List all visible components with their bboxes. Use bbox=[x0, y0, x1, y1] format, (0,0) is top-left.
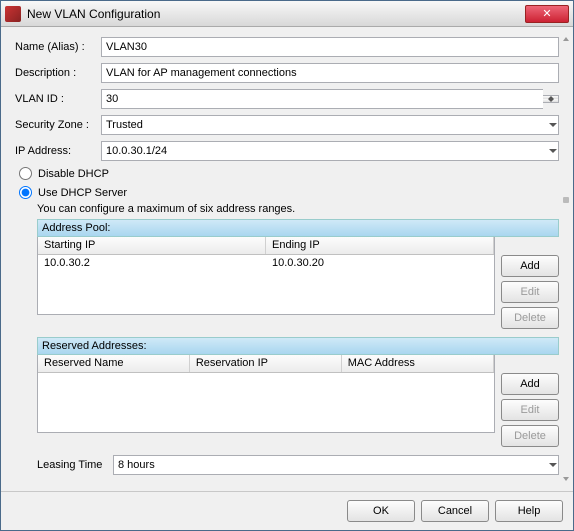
cancel-button[interactable]: Cancel bbox=[421, 500, 489, 522]
vlan-id-label: VLAN ID : bbox=[15, 93, 101, 105]
scroll-thumb[interactable] bbox=[563, 197, 569, 203]
leasing-time-label: Leasing Time bbox=[37, 459, 113, 471]
disable-dhcp-label: Disable DHCP bbox=[38, 168, 109, 180]
security-zone-select[interactable] bbox=[101, 115, 559, 135]
reserved-col-ip[interactable]: Reservation IP bbox=[190, 355, 342, 372]
address-pool-add-button[interactable]: Add bbox=[501, 255, 559, 277]
reserved-addresses-header: Reserved Addresses: bbox=[37, 337, 559, 355]
scroll-down-icon bbox=[563, 477, 569, 481]
reserved-col-name[interactable]: Reserved Name bbox=[38, 355, 190, 372]
vlan-id-spinner[interactable] bbox=[543, 95, 559, 103]
dialog-window: New VLAN Configuration ✕ Name (Alias) : … bbox=[0, 0, 574, 531]
ip-address-select[interactable] bbox=[101, 141, 559, 161]
address-pool-delete-button[interactable]: Delete bbox=[501, 307, 559, 329]
leasing-time-select[interactable] bbox=[113, 455, 559, 475]
table-row[interactable]: 10.0.30.2 10.0.30.20 bbox=[38, 255, 494, 273]
use-dhcp-radio[interactable] bbox=[19, 186, 32, 199]
reserved-edit-button[interactable]: Edit bbox=[501, 399, 559, 421]
address-pool-end-cell: 10.0.30.20 bbox=[266, 255, 494, 273]
security-zone-label: Security Zone : bbox=[15, 119, 101, 131]
vlan-id-input[interactable] bbox=[101, 89, 543, 109]
dhcp-hint: You can configure a maximum of six addre… bbox=[37, 203, 559, 215]
description-input[interactable] bbox=[101, 63, 559, 83]
spinner-down-icon[interactable] bbox=[543, 99, 558, 102]
address-pool-edit-button[interactable]: Edit bbox=[501, 281, 559, 303]
reserved-delete-button[interactable]: Delete bbox=[501, 425, 559, 447]
use-dhcp-label: Use DHCP Server bbox=[38, 187, 127, 199]
description-label: Description : bbox=[15, 67, 101, 79]
help-button[interactable]: Help bbox=[495, 500, 563, 522]
scroll-up-icon bbox=[563, 37, 569, 41]
window-title: New VLAN Configuration bbox=[27, 7, 525, 21]
name-input[interactable] bbox=[101, 37, 559, 57]
name-label: Name (Alias) : bbox=[15, 41, 101, 53]
content-area: Name (Alias) : Description : VLAN ID : S… bbox=[1, 27, 573, 491]
close-button[interactable]: ✕ bbox=[525, 5, 569, 23]
address-pool-header: Address Pool: bbox=[37, 219, 559, 237]
address-pool-col-start[interactable]: Starting IP bbox=[38, 237, 266, 254]
titlebar: New VLAN Configuration ✕ bbox=[1, 1, 573, 27]
address-pool-col-end[interactable]: Ending IP bbox=[266, 237, 494, 254]
ip-address-label: IP Address: bbox=[15, 145, 101, 157]
app-icon bbox=[5, 6, 21, 22]
address-pool-start-cell: 10.0.30.2 bbox=[38, 255, 266, 273]
close-icon: ✕ bbox=[542, 7, 551, 20]
disable-dhcp-radio[interactable] bbox=[19, 167, 32, 180]
reserved-col-mac[interactable]: MAC Address bbox=[342, 355, 494, 372]
reserved-addresses-table: Reserved Name Reservation IP MAC Address bbox=[37, 355, 495, 433]
ok-button[interactable]: OK bbox=[347, 500, 415, 522]
scrollbar[interactable] bbox=[563, 37, 569, 481]
dialog-footer: OK Cancel Help bbox=[1, 491, 573, 530]
reserved-add-button[interactable]: Add bbox=[501, 373, 559, 395]
address-pool-table: Starting IP Ending IP 10.0.30.2 10.0.30.… bbox=[37, 237, 495, 315]
